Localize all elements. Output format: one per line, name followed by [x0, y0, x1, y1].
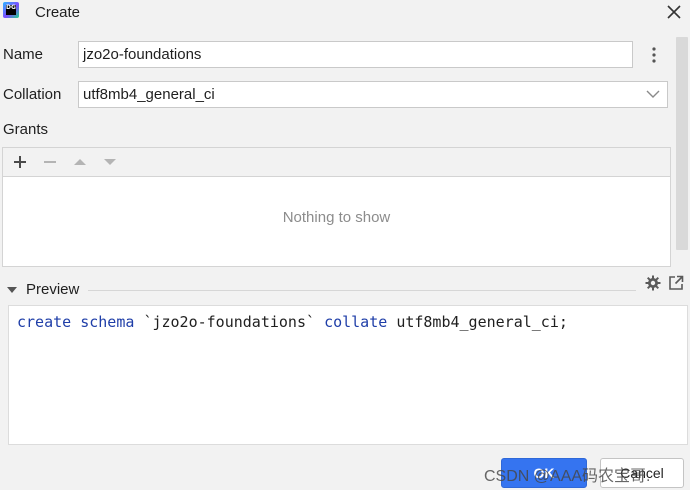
- sql-collation-value: utf8mb4_general_ci;: [396, 313, 568, 331]
- sql-code-line: create schema `jzo2o-foundations` collat…: [17, 313, 568, 331]
- empty-state-text: Nothing to show: [282, 209, 391, 226]
- divider: [88, 290, 636, 291]
- open-in-window-icon[interactable]: [668, 275, 684, 291]
- collapse-triangle-icon[interactable]: [6, 285, 18, 295]
- collation-label: Collation: [3, 86, 62, 103]
- remove-icon[interactable]: [41, 153, 59, 171]
- add-icon[interactable]: [11, 153, 29, 171]
- move-up-icon[interactable]: [71, 153, 89, 171]
- gear-icon[interactable]: [645, 275, 661, 291]
- move-down-icon[interactable]: [101, 153, 119, 171]
- sql-keyword: collate: [324, 313, 388, 331]
- grants-label: Grants: [3, 121, 49, 138]
- sql-keyword: schema: [80, 313, 135, 331]
- grants-table: Nothing to show: [2, 147, 671, 267]
- cancel-button[interactable]: Cancel: [600, 458, 684, 488]
- scrollbar[interactable]: [676, 37, 688, 250]
- chevron-down-icon[interactable]: [644, 86, 662, 102]
- collation-select[interactable]: utf8mb4_general_ci: [78, 81, 668, 108]
- name-label: Name: [3, 46, 44, 63]
- preview-header[interactable]: Preview: [0, 276, 690, 304]
- name-input[interactable]: jzo2o-foundations: [78, 41, 633, 68]
- sql-identifier: `jzo2o-foundations`: [143, 313, 316, 331]
- ok-button[interactable]: OK: [501, 458, 587, 488]
- datagrip-logo-icon: DG: [3, 2, 19, 18]
- close-icon[interactable]: [664, 2, 684, 22]
- grants-toolbar: [3, 148, 670, 177]
- title-bar: DG Create: [0, 0, 690, 26]
- more-options-icon[interactable]: [647, 45, 661, 65]
- window-title: Create: [35, 4, 81, 21]
- sql-keyword: create: [17, 313, 72, 331]
- sql-preview-editor[interactable]: create schema `jzo2o-foundations` collat…: [8, 305, 688, 445]
- preview-label: Preview: [26, 281, 80, 298]
